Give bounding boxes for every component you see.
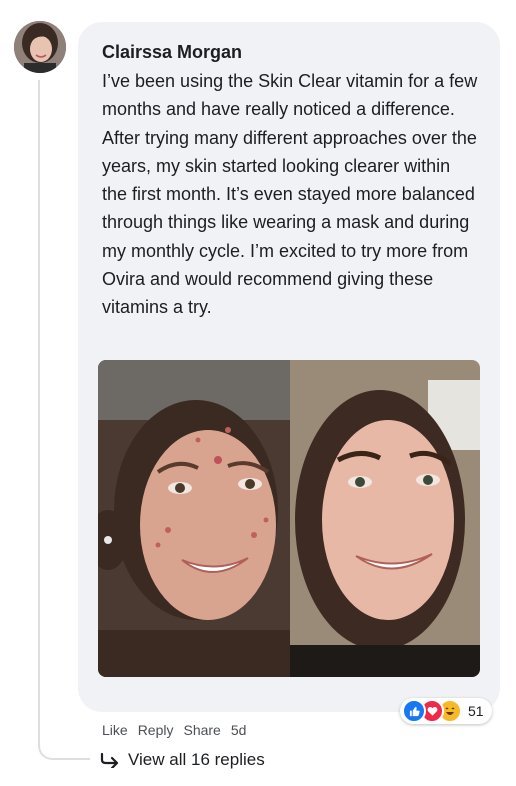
before-photo (98, 360, 290, 677)
before-after-photo[interactable] (98, 360, 480, 677)
share-button[interactable]: Share (183, 722, 220, 738)
avatar[interactable] (14, 21, 66, 73)
like-button[interactable]: Like (102, 722, 128, 738)
view-replies-label: View all 16 replies (128, 750, 265, 769)
after-photo (290, 360, 480, 677)
reaction-count: 51 (468, 703, 484, 719)
comment-text: I’ve been using the Skin Clear vitamin f… (102, 71, 478, 318)
reactions-summary[interactable]: 51 (400, 698, 492, 724)
reply-arrow-icon (100, 752, 119, 768)
like-icon (402, 699, 426, 723)
reply-button[interactable]: Reply (138, 722, 174, 738)
view-replies-link[interactable]: View all 16 replies (100, 750, 265, 770)
timestamp[interactable]: 5d (231, 722, 247, 738)
avatar-image (14, 21, 66, 73)
comment-bubble: Clairssa Morgan I’ve been using the Skin… (78, 22, 500, 712)
comment-author[interactable]: Clairssa Morgan (102, 42, 242, 63)
comment-actions: Like Reply Share 5d (102, 722, 246, 738)
